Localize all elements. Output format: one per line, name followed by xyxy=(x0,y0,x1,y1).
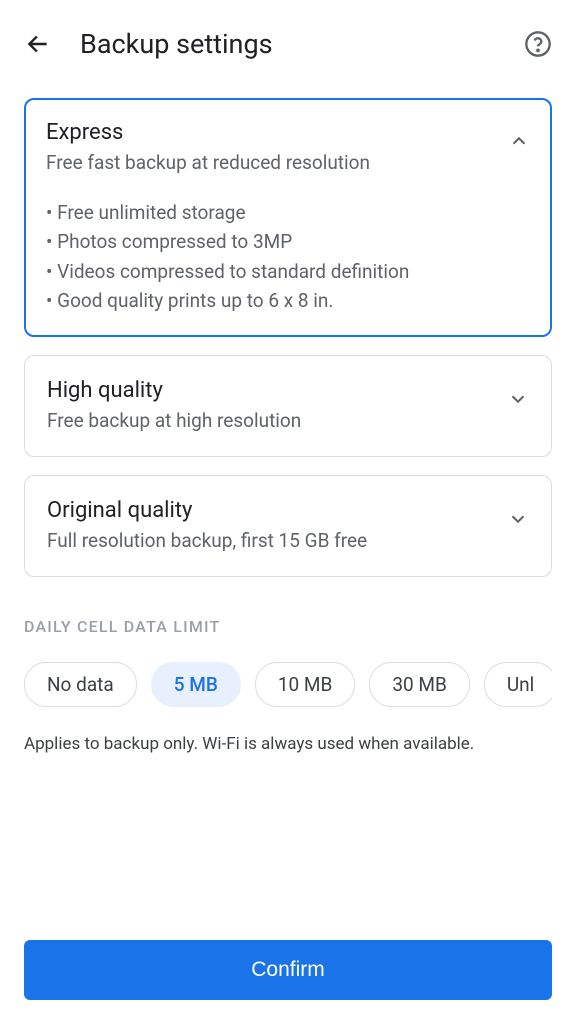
page-title: Backup settings xyxy=(80,28,524,60)
option-title: Original quality xyxy=(47,498,495,523)
data-limit-caption: Applies to backup only. Wi-Fi is always … xyxy=(24,733,552,757)
chip-no-data[interactable]: No data xyxy=(24,662,137,707)
chevron-down-icon xyxy=(507,508,529,534)
option-high-quality[interactable]: High quality Free backup at high resolut… xyxy=(24,355,552,457)
chevron-up-icon xyxy=(508,130,530,156)
option-subtitle: Free backup at high resolution xyxy=(47,409,495,434)
back-button[interactable] xyxy=(24,30,52,58)
data-limit-chips: No data 5 MB 10 MB 30 MB Unl xyxy=(24,662,552,707)
option-title: Express xyxy=(46,120,496,145)
option-title: High quality xyxy=(47,378,495,403)
chip-10mb[interactable]: 10 MB xyxy=(255,662,356,707)
bullet-item: • Free unlimited storage xyxy=(46,198,530,227)
bullet-item: • Photos compressed to 3MP xyxy=(46,227,530,256)
chip-5mb[interactable]: 5 MB xyxy=(151,662,241,707)
help-circle-icon xyxy=(524,30,552,58)
bullet-item: • Videos compressed to standard definiti… xyxy=(46,257,530,286)
chip-unlimited[interactable]: Unl xyxy=(484,662,552,707)
option-original-quality[interactable]: Original quality Full resolution backup,… xyxy=(24,475,552,577)
bullet-item: • Good quality prints up to 6 x 8 in. xyxy=(46,286,530,315)
option-bullets: • Free unlimited storage • Photos compre… xyxy=(46,198,530,316)
option-subtitle: Free fast backup at reduced resolution xyxy=(46,151,496,176)
section-label-data-limit: DAILY CELL DATA LIMIT xyxy=(24,617,552,636)
chevron-down-icon xyxy=(507,388,529,414)
arrow-left-icon xyxy=(25,31,51,57)
confirm-button[interactable]: Confirm xyxy=(24,940,552,1000)
chip-30mb[interactable]: 30 MB xyxy=(369,662,470,707)
option-subtitle: Full resolution backup, first 15 GB free xyxy=(47,529,495,554)
option-express[interactable]: Express Free fast backup at reduced reso… xyxy=(24,98,552,337)
help-button[interactable] xyxy=(524,30,552,58)
